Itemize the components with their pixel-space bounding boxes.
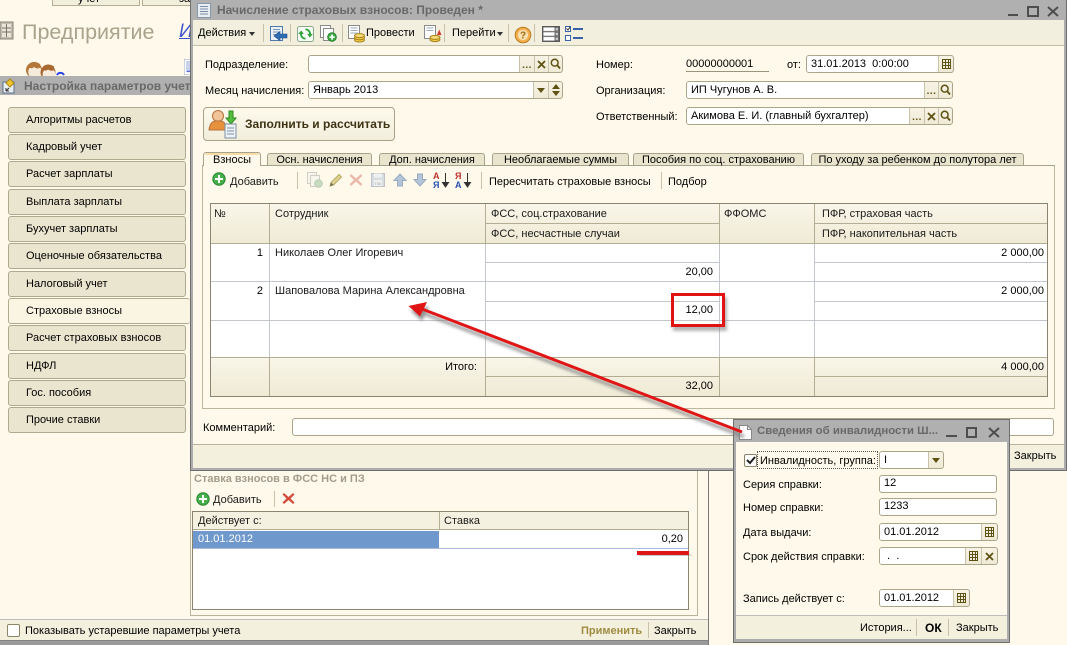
svg-text:ток: ток (375, 181, 382, 186)
svg-text:Я: Я (433, 180, 439, 189)
svg-text:А: А (455, 180, 462, 189)
svg-text:?: ? (520, 31, 526, 42)
